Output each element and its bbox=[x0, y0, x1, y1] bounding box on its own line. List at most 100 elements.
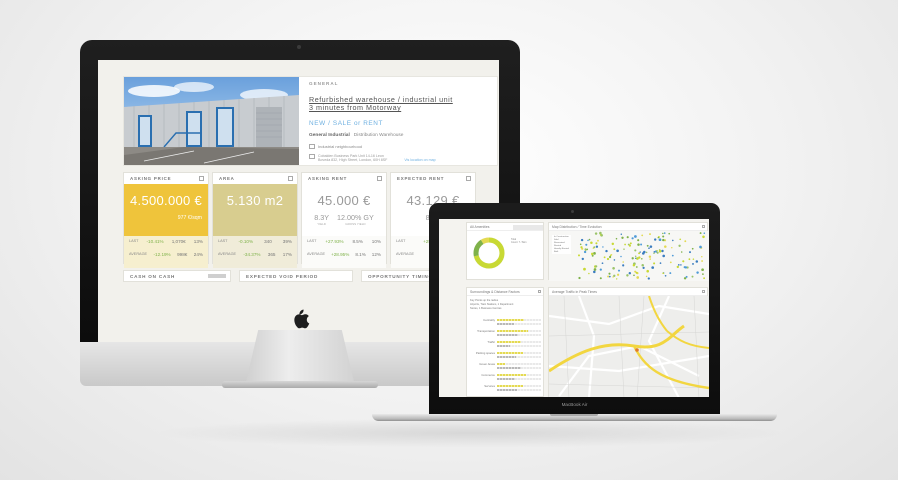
map-dot bbox=[599, 231, 602, 235]
map-dot bbox=[597, 239, 599, 242]
property-tags: General Industrial Distribution Warehous… bbox=[309, 133, 494, 138]
expand-icon[interactable] bbox=[377, 176, 382, 181]
map-dot bbox=[691, 247, 694, 250]
map-dot bbox=[622, 261, 624, 263]
macbook-notch bbox=[550, 414, 598, 416]
map-dot bbox=[637, 239, 640, 242]
map-dot bbox=[590, 241, 593, 245]
pane-title: Surroundings & Distance Factors bbox=[467, 288, 543, 296]
map-dot bbox=[664, 274, 667, 277]
property-title[interactable]: Refurbished warehouse / industrial unit … bbox=[309, 95, 494, 113]
card-asking-price[interactable]: ASKING PRICE 4.500.000 € 977 €/sqm LAST -… bbox=[123, 172, 209, 268]
map-dot bbox=[662, 238, 665, 242]
map-dot bbox=[662, 254, 666, 258]
expand-icon[interactable] bbox=[538, 290, 541, 293]
map-dot bbox=[593, 268, 597, 271]
map-dot bbox=[634, 235, 637, 238]
comparison-row: LAST +27.93% 8.5% 10% bbox=[307, 239, 381, 244]
map-dot bbox=[691, 275, 694, 278]
expand-icon[interactable] bbox=[288, 176, 293, 181]
factor-label: Transportation bbox=[477, 329, 495, 333]
map-dot bbox=[636, 276, 640, 279]
expand-icon[interactable] bbox=[466, 176, 471, 181]
tab-expected-void-period[interactable]: EXPECTED VOID PERIOD bbox=[239, 270, 353, 282]
map-dot bbox=[577, 254, 581, 257]
tab-cash-on-cash[interactable]: CASH ON CASH bbox=[123, 270, 231, 282]
map-dot bbox=[699, 245, 702, 249]
surroundings-pane: Surroundings & Distance Factors Key Poin… bbox=[466, 287, 544, 397]
map-dot bbox=[656, 251, 659, 254]
map-dot bbox=[590, 252, 594, 256]
map-dot bbox=[702, 235, 705, 239]
yield-pair: 8.3Y YIELD 12.00% GY GROSS YIELD bbox=[314, 213, 374, 226]
map-dot bbox=[638, 252, 641, 255]
map-dot bbox=[649, 245, 653, 248]
map-dot bbox=[658, 249, 662, 253]
map-dot bbox=[581, 257, 584, 261]
map-dot bbox=[593, 270, 596, 274]
map-dot bbox=[629, 242, 632, 245]
map-dot bbox=[646, 244, 649, 247]
price-per-sqm: 977 €/sqm bbox=[177, 215, 202, 221]
map-dot bbox=[621, 236, 624, 239]
map-dot bbox=[649, 233, 651, 236]
warehouse-photo bbox=[124, 77, 299, 165]
factor-bar-secondary bbox=[497, 322, 541, 325]
map-dot bbox=[605, 249, 608, 253]
card-comparisons: LAST +27.93% 8.5% 10% AVERAGE +28.95% 8.1% 12% bbox=[302, 236, 386, 268]
expand-icon[interactable] bbox=[199, 176, 204, 181]
map-dot bbox=[613, 248, 616, 251]
amenities-donut bbox=[473, 237, 505, 269]
map-dot bbox=[583, 267, 586, 271]
traffic-map[interactable] bbox=[548, 295, 709, 397]
expand-icon[interactable] bbox=[702, 290, 705, 293]
map-dot bbox=[672, 239, 674, 242]
map-dot bbox=[608, 272, 611, 275]
factor-bar-secondary bbox=[497, 344, 541, 347]
map-dot bbox=[581, 247, 584, 250]
map-dot bbox=[601, 262, 604, 265]
map-dot bbox=[643, 250, 646, 254]
amenities-pane: All Amenities Total Count: 7 / 6km bbox=[466, 222, 544, 280]
map-dot bbox=[616, 273, 620, 276]
amenities-filter[interactable] bbox=[513, 225, 543, 230]
location-pin-icon bbox=[635, 348, 639, 352]
card-asking-rent[interactable]: ASKING RENT 45.000 € 8.3Y YIELD 12.00% GY… bbox=[301, 172, 387, 268]
location-icon bbox=[309, 153, 315, 159]
card-area[interactable]: AREA 5.130 m2 LAST -0.10% 340 39% AVERAGE -3… bbox=[212, 172, 298, 268]
card-comparisons: LAST -10.41% 1,070€ 13% AVERAGE -12.19% 998€ 2… bbox=[124, 236, 208, 268]
map-dot bbox=[624, 243, 626, 246]
macbook-brand-label: MacBook Air bbox=[561, 402, 588, 407]
card-title: ASKING PRICE bbox=[124, 173, 208, 184]
map-dot bbox=[638, 256, 641, 259]
map-dot bbox=[654, 238, 657, 241]
map-dot bbox=[588, 272, 590, 275]
neighbourhood-label: Industrial neighbourhood bbox=[318, 143, 363, 149]
factor-row: Commerce bbox=[469, 373, 543, 383]
map-dot bbox=[634, 249, 637, 252]
map-link[interactable]: Vis location on map bbox=[404, 158, 435, 162]
pane-title: Average Traffic in Peak Times bbox=[549, 288, 707, 296]
map-dot bbox=[703, 277, 705, 280]
card-body: 5.130 m2 bbox=[213, 184, 297, 236]
map-dot bbox=[676, 265, 679, 269]
map-dot bbox=[703, 232, 706, 234]
factor-bar bbox=[497, 352, 541, 355]
expand-icon[interactable] bbox=[702, 225, 705, 228]
factor-bar bbox=[497, 363, 541, 366]
map-dot bbox=[679, 238, 682, 241]
floor-shadow bbox=[150, 418, 790, 448]
factor-bar-secondary bbox=[497, 377, 541, 380]
map-dot bbox=[587, 239, 589, 242]
map-dot bbox=[645, 275, 648, 278]
apple-logo-icon bbox=[294, 309, 310, 329]
factor-bar-secondary bbox=[497, 333, 541, 336]
map-dot bbox=[580, 238, 584, 242]
map-dot bbox=[634, 257, 637, 260]
factor-bar bbox=[497, 341, 541, 344]
map-dot bbox=[595, 242, 598, 245]
map-dot bbox=[648, 255, 652, 258]
section-label: GENERAL bbox=[309, 81, 339, 86]
distribution-map[interactable] bbox=[549, 231, 709, 281]
factor-row: Transportation bbox=[469, 329, 543, 339]
